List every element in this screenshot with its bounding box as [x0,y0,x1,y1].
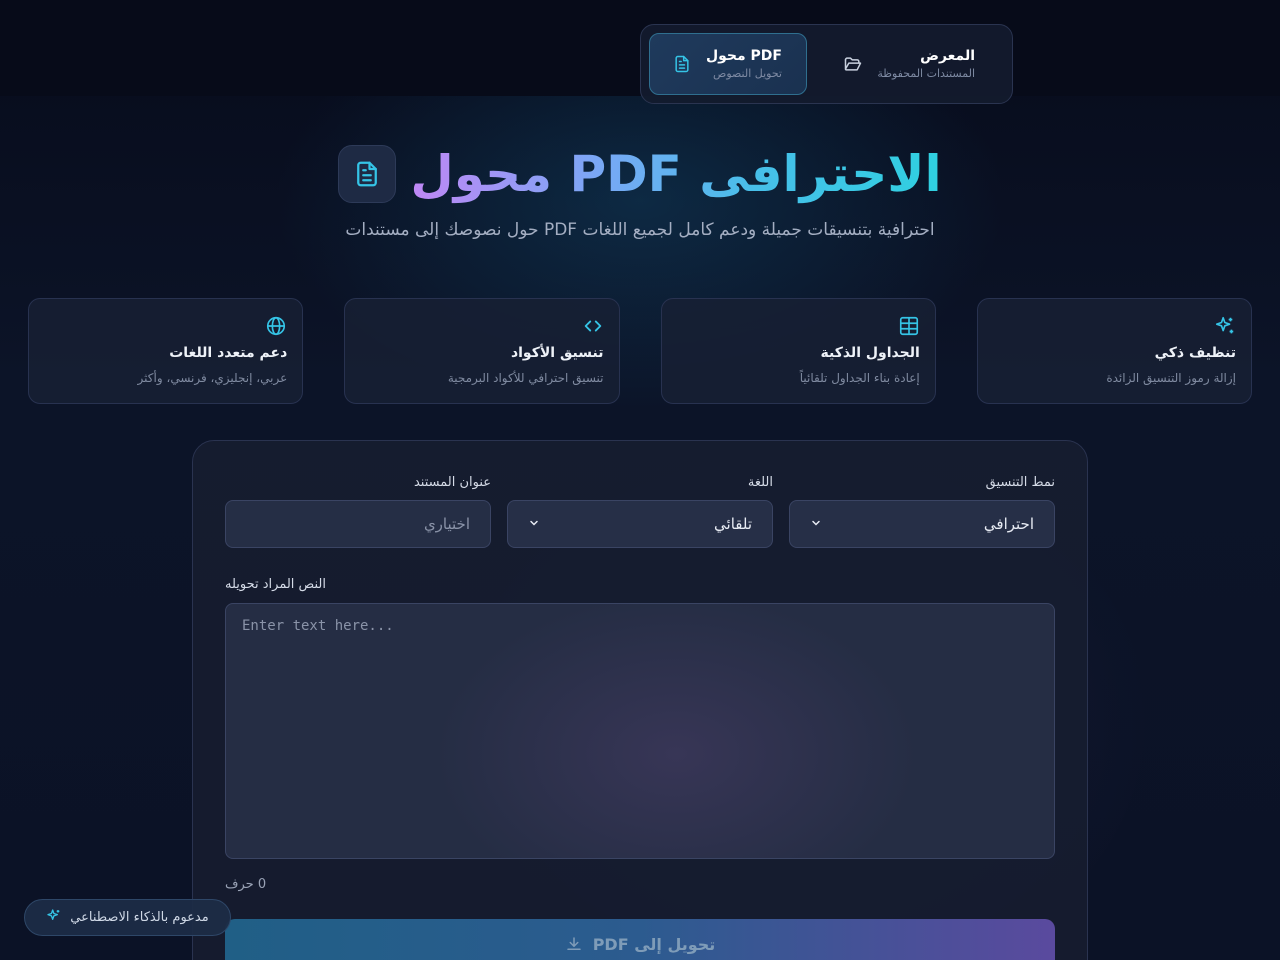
doc-title-placeholder: اختياري [423,515,470,533]
nav-tab-gallery-title: المعرض [920,48,975,64]
language-field: اللغة تلقائي [507,475,773,548]
page-title: الاحترافى PDF محول [410,145,942,203]
feature-card-code-format: تنسيق الأكواد تنسيق احترافي للأكواد البر… [344,298,620,404]
chevron-down-icon [810,517,822,532]
page-subtitle: احترافية بتنسيقات جميلة ودعم كامل لجميع … [345,220,935,240]
sparkles-icon [993,315,1236,337]
document-icon [338,145,397,203]
char-count: 0 حرف [225,877,267,892]
feature-card-smart-cleanup: تنظيف ذكي إزالة رموز التنسيق الزائدة [976,298,1252,404]
feature-desc: إزالة رموز التنسيق الزائدة [1106,371,1236,385]
nav-tab-converter-subtitle: تحويل النصوص [713,67,782,80]
language-select-value: تلقائي [714,515,752,533]
ai-badge-label: مدعوم بالذكاء الاصطناعي [70,910,209,925]
top-navigation: محول PDF تحويل النصوص المعرض المستندات ا… [640,24,1013,104]
globe-icon [44,315,287,337]
ai-powered-badge: مدعوم بالذكاء الاصطناعي [24,899,231,936]
style-label: نمط التنسيق [985,475,1055,490]
converter-form: نمط التنسيق احترافي اللغة تلقائي عنوان ا… [192,440,1088,960]
feature-desc: عربي، إنجليزي، فرنسي، وأكثر [137,371,288,385]
nav-tab-gallery-subtitle: المستندات المحفوظة [877,67,975,80]
language-select[interactable]: تلقائي [507,500,773,548]
document-icon [672,54,692,74]
doc-title-field: عنوان المستند اختياري [225,475,491,548]
code-icon [360,315,603,337]
style-select[interactable]: احترافي [789,500,1055,548]
nav-tab-gallery[interactable]: المعرض المستندات المحفوظة [815,33,1007,95]
feature-cards: تنظيف ذكي إزالة رموز التنسيق الزائدة الج… [28,298,1252,404]
convert-button-label: تحويل إلى PDF [592,935,716,954]
nav-tab-converter[interactable]: محول PDF تحويل النصوص [649,33,807,95]
download-icon [565,935,583,957]
language-label: اللغة [747,475,773,490]
feature-desc: تنسيق احترافي للأكواد البرمجية [447,371,604,385]
folder-open-icon [843,54,863,74]
convert-to-pdf-button[interactable]: تحويل إلى PDF [225,919,1055,960]
nav-tab-converter-title: محول PDF [705,48,782,64]
feature-title: الجداول الذكية [820,345,920,361]
sparkles-icon [46,908,62,928]
table-icon [677,315,920,337]
feature-title: دعم متعدد اللغات [169,345,288,361]
style-field: نمط التنسيق احترافي [789,475,1055,548]
hero-header: الاحترافى PDF محول [0,144,1280,204]
feature-card-smart-tables: الجداول الذكية إعادة بناء الجداول تلقائي… [660,298,936,404]
text-input-placeholder: Enter text here... [242,618,394,634]
text-label: النص المراد تحويله [225,577,326,592]
doc-title-label: عنوان المستند [413,475,491,490]
feature-card-multilang: دعم متعدد اللغات عربي، إنجليزي، فرنسي، و… [28,298,304,404]
feature-title: تنظيف ذكي [1154,345,1236,361]
feature-title: تنسيق الأكواد [510,345,604,361]
options-row: نمط التنسيق احترافي اللغة تلقائي عنوان ا… [225,475,1055,548]
text-input[interactable]: Enter text here... [225,603,1055,859]
style-select-value: احترافي [983,515,1034,533]
feature-desc: إعادة بناء الجداول تلقائياً [799,371,920,385]
doc-title-input[interactable]: اختياري [225,500,491,548]
chevron-down-icon [528,517,540,532]
